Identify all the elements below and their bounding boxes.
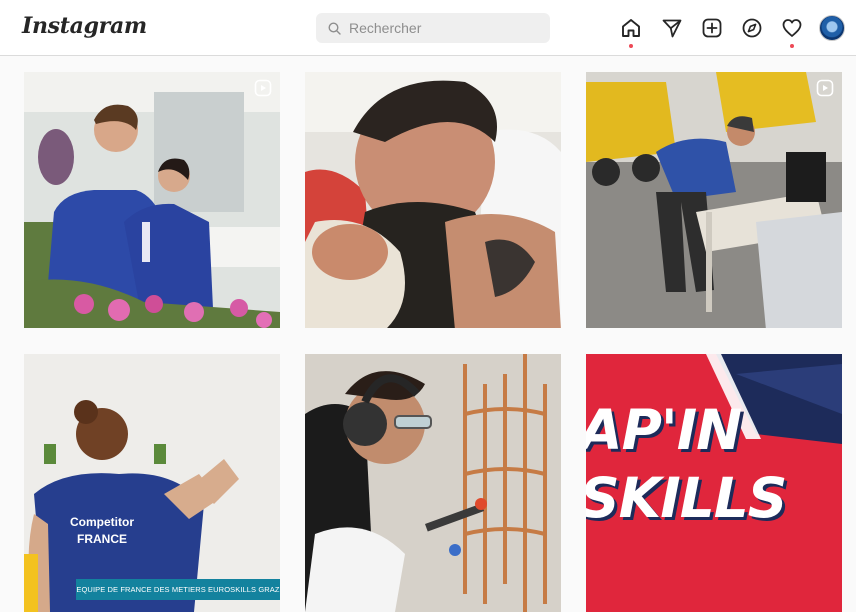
home-icon [622,19,640,37]
title-line-skills: SKILLS [586,466,787,530]
home-nav-button[interactable] [618,15,644,48]
search-icon [328,21,341,35]
new-post-icon [702,18,722,38]
post-tile[interactable] [305,72,561,328]
jersey-line-competitor: Competitor [70,515,134,529]
direct-icon [662,19,682,38]
search-input[interactable] [349,20,539,36]
direct-messages-button[interactable] [659,15,685,41]
post-tile[interactable] [305,354,561,612]
post-image-embrace [305,72,561,328]
title-line-apin: AP'IN [586,398,742,462]
post-image-brazing [305,354,561,612]
new-post-button[interactable] [699,15,725,41]
reel-icon [254,79,272,97]
top-navigation-bar: Instagram [0,0,856,56]
post-tile[interactable] [24,72,280,328]
post-image-flower-competition [24,72,280,328]
instagram-logo[interactable]: Instagram [22,13,147,39]
jersey-text: Competitor FRANCE [52,514,152,548]
reel-icon [816,79,834,97]
notification-dot [790,44,794,48]
activity-button[interactable] [779,15,805,48]
notification-dot [629,44,633,48]
explore-button[interactable] [739,15,765,41]
search-box[interactable] [316,13,550,43]
post-image-competitor-france [24,354,280,612]
post-tile[interactable] [586,72,842,328]
profile-avatar[interactable] [819,15,845,41]
zapin-skills-title: AP'IN SKILLS [586,400,842,528]
heart-icon [782,19,802,37]
jersey-line-france: FRANCE [77,532,127,546]
post-image-competition-hall [586,72,842,328]
post-tile[interactable]: AP'IN SKILLS [586,354,842,612]
explore-icon [742,18,762,38]
posts-grid: Competitor FRANCE EQUIPE DE FRANCE DES M… [24,72,842,612]
post-tile[interactable]: Competitor FRANCE EQUIPE DE FRANCE DES M… [24,354,280,612]
post-caption-banner: EQUIPE DE FRANCE DES METIERS EUROSKILLS … [76,579,280,600]
